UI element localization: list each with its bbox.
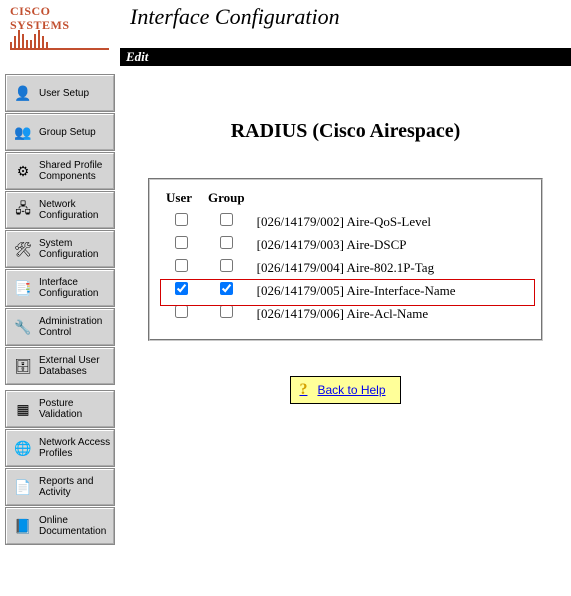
sidebar-item-label: Reports and Activity — [39, 476, 113, 498]
attr-group-checkbox[interactable] — [220, 213, 233, 226]
attribute-row: [026/14179/002] Aire-QoS-Level — [160, 210, 531, 233]
network-icon: 🖧 — [10, 197, 36, 223]
sidebar-item-label: Interface Configuration — [39, 277, 113, 299]
sidebar-item-label: Network Access Profiles — [39, 437, 113, 459]
system-icon: 🛠 — [10, 236, 36, 262]
reports-and-icon: 📄 — [10, 474, 36, 500]
sidebar-item-online-documentation[interactable]: 📘Online Documentation — [6, 508, 114, 544]
sidebar: 👤User Setup👥Group Setup⚙Shared Profile C… — [6, 75, 114, 547]
attribute-row: [026/14179/005] Aire-Interface-Name — [160, 279, 531, 302]
help-icon: ? — [299, 381, 307, 399]
attribute-row: [026/14179/003] Aire-DSCP — [160, 233, 531, 256]
attr-group-checkbox[interactable] — [220, 282, 233, 295]
sidebar-item-group-setup[interactable]: 👥Group Setup — [6, 114, 114, 150]
attribute-label: [026/14179/006] Aire-Acl-Name — [251, 302, 531, 325]
menu-bar-edit[interactable]: Edit — [120, 48, 571, 66]
attr-group-checkbox[interactable] — [220, 236, 233, 249]
group-icon: 👥 — [10, 119, 36, 145]
attribute-row: [026/14179/004] Aire-802.1P-Tag — [160, 256, 531, 279]
back-to-help-label: Back to Help — [317, 383, 385, 397]
sidebar-item-shared-profile-components[interactable]: ⚙Shared Profile Components — [6, 153, 114, 189]
network-access-icon: 🌐 — [10, 435, 36, 461]
sidebar-item-label: Shared Profile Components — [39, 160, 113, 182]
sidebar-item-external-user-databases[interactable]: 🗄External User Databases — [6, 348, 114, 384]
attribute-label: [026/14179/005] Aire-Interface-Name — [251, 279, 531, 302]
attribute-label: [026/14179/002] Aire-QoS-Level — [251, 210, 531, 233]
attr-user-checkbox[interactable] — [175, 259, 188, 272]
page-title: Interface Configuration — [130, 4, 340, 30]
col-group: Group — [202, 188, 251, 210]
online-icon: 📘 — [10, 513, 36, 539]
attribute-row: [026/14179/006] Aire-Acl-Name — [160, 302, 531, 325]
sidebar-item-reports-and-activity[interactable]: 📄Reports and Activity — [6, 469, 114, 505]
sidebar-item-label: System Configuration — [39, 238, 113, 260]
main-heading: RADIUS (Cisco Airespace) — [130, 120, 561, 143]
attr-group-checkbox[interactable] — [220, 259, 233, 272]
sidebar-item-label: User Setup — [39, 88, 113, 99]
sidebar-item-label: Network Configuration — [39, 199, 113, 221]
sidebar-item-system-configuration[interactable]: 🛠System Configuration — [6, 231, 114, 267]
sidebar-item-administration-control[interactable]: 🔧Administration Control — [6, 309, 114, 345]
sidebar-item-posture-validation[interactable]: ▦Posture Validation — [6, 391, 114, 427]
attr-user-checkbox[interactable] — [175, 236, 188, 249]
cisco-logo-bars-icon — [10, 26, 48, 48]
sidebar-item-interface-configuration[interactable]: 📑Interface Configuration — [6, 270, 114, 306]
sidebar-item-network-configuration[interactable]: 🖧Network Configuration — [6, 192, 114, 228]
shared-profile-icon: ⚙ — [10, 158, 36, 184]
sidebar-item-label: Online Documentation — [39, 515, 113, 537]
sidebar-item-user-setup[interactable]: 👤User Setup — [6, 75, 114, 111]
attr-user-checkbox[interactable] — [175, 213, 188, 226]
attr-group-checkbox[interactable] — [220, 305, 233, 318]
attr-user-checkbox[interactable] — [175, 282, 188, 295]
attr-user-checkbox[interactable] — [175, 305, 188, 318]
interface-icon: 📑 — [10, 275, 36, 301]
attribute-label: [026/14179/004] Aire-802.1P-Tag — [251, 256, 531, 279]
sidebar-item-label: Posture Validation — [39, 398, 113, 420]
external-user-icon: 🗄 — [10, 353, 36, 379]
attribute-label: [026/14179/003] Aire-DSCP — [251, 233, 531, 256]
posture-icon: ▦ — [10, 396, 36, 422]
back-to-help-button[interactable]: ? Back to Help — [290, 376, 400, 404]
sidebar-item-label: Administration Control — [39, 316, 113, 338]
cisco-logo: CISCO SYSTEMS — [10, 4, 109, 48]
administration-icon: 🔧 — [10, 314, 36, 340]
user-icon: 👤 — [10, 80, 36, 106]
sidebar-item-label: Group Setup — [39, 127, 113, 138]
sidebar-item-network-access-profiles[interactable]: 🌐Network Access Profiles — [6, 430, 114, 466]
sidebar-item-label: External User Databases — [39, 355, 113, 377]
col-user: User — [160, 188, 202, 210]
attribute-panel: User Group [026/14179/002] Aire-QoS-Leve… — [148, 178, 543, 341]
